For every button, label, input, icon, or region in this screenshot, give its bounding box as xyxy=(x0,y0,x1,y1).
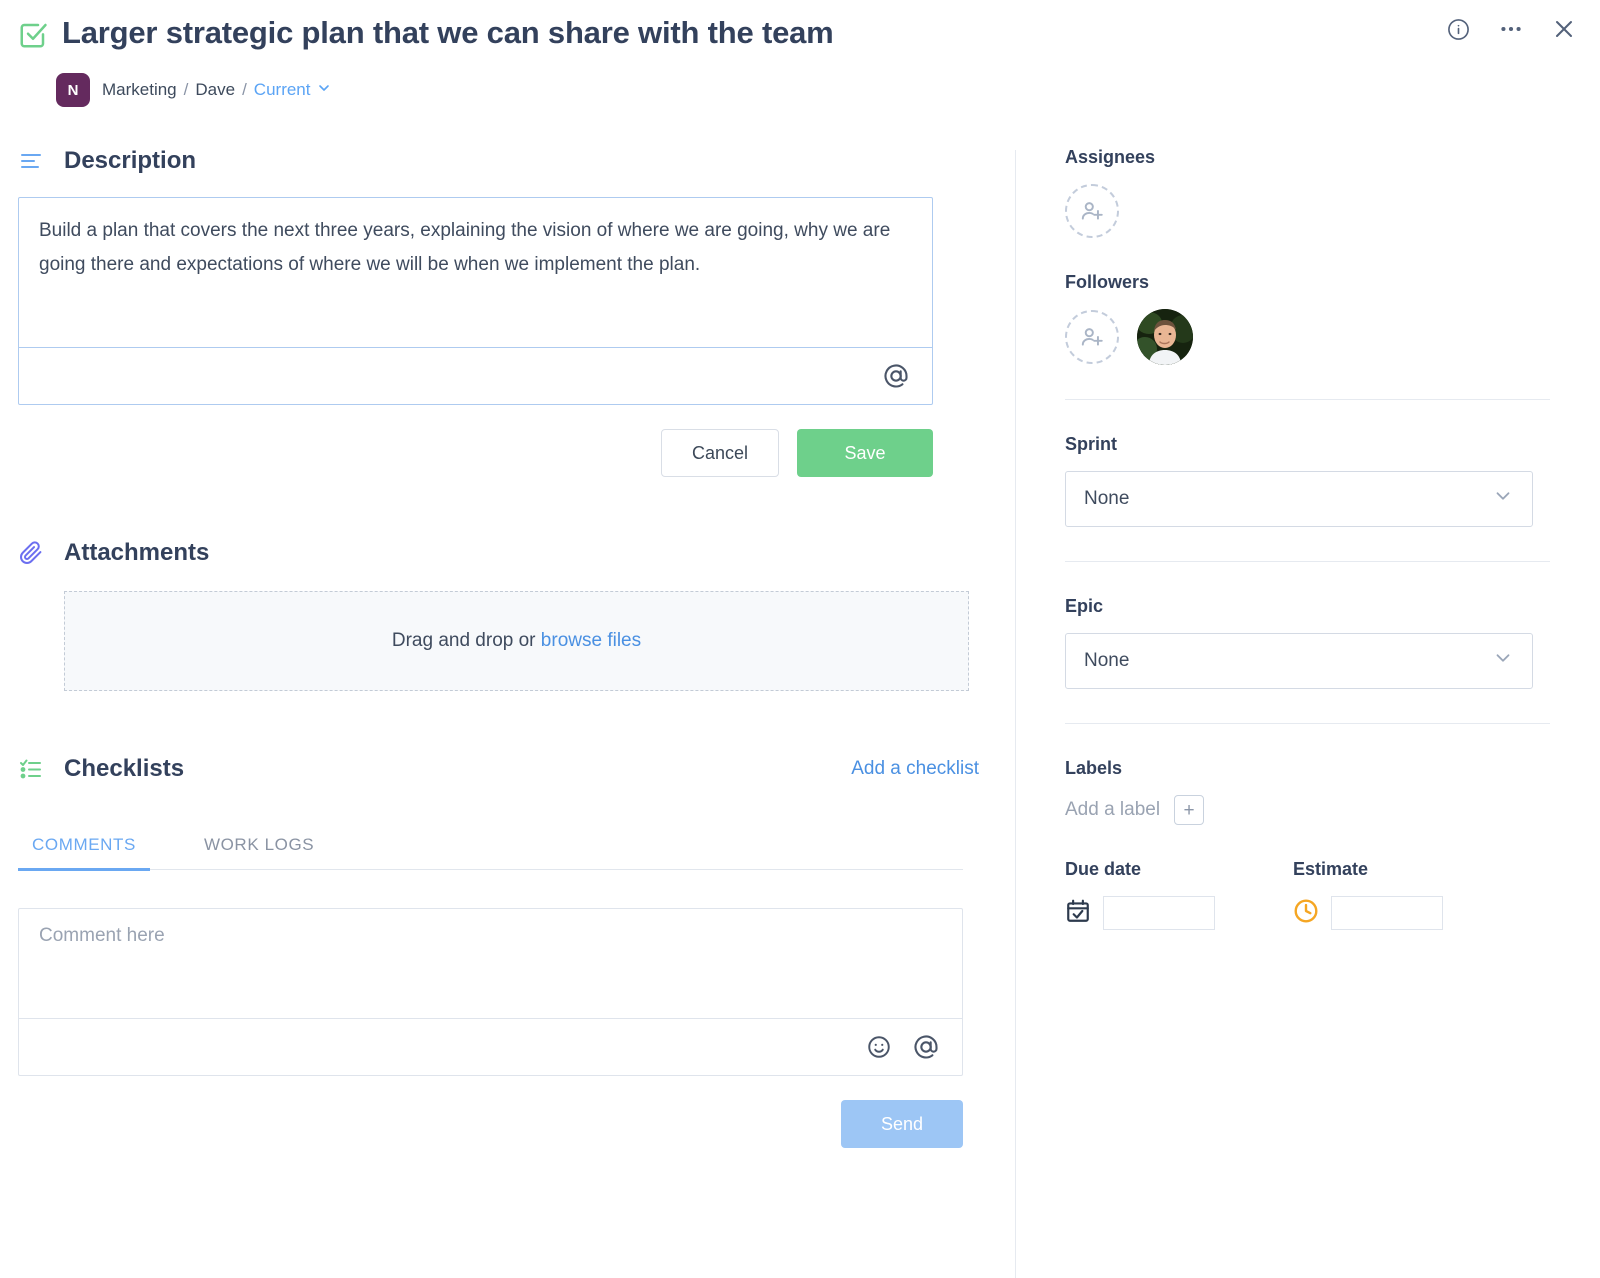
tab-work-logs[interactable]: WORK LOGS xyxy=(190,835,328,869)
breadcrumb: N Marketing / Dave / Current xyxy=(56,73,1576,107)
description-section-header: Description xyxy=(18,147,1015,175)
sprint-select[interactable]: None xyxy=(1065,471,1533,527)
labels-block: Labels Add a label + xyxy=(1065,758,1550,825)
add-checklist-link[interactable]: Add a checklist xyxy=(851,758,979,780)
description-textarea[interactable]: Build a plan that covers the next three … xyxy=(19,198,932,348)
chevron-down-icon xyxy=(316,80,332,101)
attachments-dropzone[interactable]: Drag and drop or browse files xyxy=(64,591,969,691)
due-date-block: Due date xyxy=(1065,859,1215,930)
tab-comments[interactable]: COMMENTS xyxy=(18,835,150,871)
add-label-button[interactable]: + xyxy=(1174,795,1205,825)
breadcrumb-workspace[interactable]: Marketing xyxy=(102,80,177,100)
breadcrumb-separator: / xyxy=(183,80,189,99)
estimate-label: Estimate xyxy=(1293,859,1369,879)
meta-fields: Due date Estimate xyxy=(1065,859,1550,930)
epic-block: Epic None xyxy=(1065,596,1550,724)
workspace-avatar[interactable]: N xyxy=(56,73,90,107)
chevron-down-icon-sprint xyxy=(1492,485,1514,513)
description-actions: Cancel Save xyxy=(18,429,933,477)
comment-editor[interactable]: Comment here xyxy=(18,908,963,1076)
comment-actions: Send xyxy=(18,1100,963,1148)
dialog-header: Larger strategic plan that we can share … xyxy=(0,0,1600,107)
followers-block: Followers xyxy=(1065,272,1550,400)
dialog-body: Description Build a plan that covers the… xyxy=(0,147,1600,1278)
breadcrumb-separator-2: / xyxy=(242,80,247,99)
mention-at-icon-comment[interactable] xyxy=(912,1033,940,1061)
checkbox-checked-icon xyxy=(18,20,48,55)
epic-value: None xyxy=(1084,650,1130,671)
add-label-text: Add a label xyxy=(1065,799,1161,820)
info-icon[interactable] xyxy=(1447,18,1470,41)
attachments-section: Attachments Drag and drop or browse file… xyxy=(18,539,1015,691)
assignees-label: Assignees xyxy=(1065,147,1156,167)
cancel-button[interactable]: Cancel xyxy=(661,429,779,477)
emoji-icon[interactable] xyxy=(866,1034,892,1060)
epic-label: Epic xyxy=(1065,596,1104,616)
add-assignee-button[interactable] xyxy=(1065,184,1119,238)
browse-files-link[interactable]: browse files xyxy=(541,630,641,652)
sprint-block: Sprint None xyxy=(1065,434,1550,562)
due-date-label: Due date xyxy=(1065,859,1142,879)
due-date-input[interactable] xyxy=(1103,896,1215,930)
close-icon[interactable] xyxy=(1552,17,1576,41)
paperclip-icon xyxy=(18,541,44,565)
mention-at-icon[interactable] xyxy=(882,362,910,390)
follower-avatar[interactable] xyxy=(1137,309,1193,365)
page-title: Larger strategic plan that we can share … xyxy=(62,15,834,50)
attachments-heading: Attachments xyxy=(64,539,210,566)
labels-label: Labels xyxy=(1065,758,1123,778)
description-lines-icon xyxy=(18,149,44,173)
checklists-section-header: Checklists Add a checklist xyxy=(18,755,979,783)
add-follower-button[interactable] xyxy=(1065,310,1119,364)
description-editor[interactable]: Build a plan that covers the next three … xyxy=(18,197,933,405)
column-divider xyxy=(1015,150,1016,1278)
save-button[interactable]: Save xyxy=(797,429,933,477)
comment-toolbar xyxy=(19,1019,962,1075)
sprint-value: None xyxy=(1084,488,1130,509)
epic-select[interactable]: None xyxy=(1065,633,1533,689)
followers-label: Followers xyxy=(1065,272,1150,292)
comment-input[interactable]: Comment here xyxy=(19,909,962,1019)
header-actions xyxy=(1447,16,1576,42)
checklists-section: Checklists Add a checklist xyxy=(18,755,1015,783)
description-heading: Description xyxy=(64,147,197,174)
clock-icon xyxy=(1293,898,1319,929)
title-row: Larger strategic plan that we can share … xyxy=(18,14,1576,55)
attachments-section-header: Attachments xyxy=(18,539,1015,567)
dropzone-text: Drag and drop or xyxy=(391,630,536,651)
checklist-icon xyxy=(18,757,44,781)
description-toolbar xyxy=(19,348,932,404)
assignees-block: Assignees xyxy=(1065,147,1550,238)
activity-tabs: COMMENTS WORK LOGS xyxy=(18,835,963,871)
breadcrumb-current-label: Current xyxy=(253,80,311,99)
breadcrumb-current-dropdown[interactable]: Current xyxy=(254,80,333,101)
details-sidebar: Assignees Followers Sprint None Epic Non… xyxy=(1015,147,1600,1148)
checklists-heading: Checklists xyxy=(64,755,185,782)
sprint-label: Sprint xyxy=(1065,434,1117,454)
estimate-input[interactable] xyxy=(1331,896,1443,930)
more-options-icon[interactable] xyxy=(1498,16,1524,42)
estimate-block: Estimate xyxy=(1293,859,1443,930)
chevron-down-icon-epic xyxy=(1492,647,1514,675)
send-button[interactable]: Send xyxy=(841,1100,963,1148)
breadcrumb-board[interactable]: Dave xyxy=(195,80,235,100)
calendar-icon xyxy=(1065,898,1091,929)
main-column: Description Build a plan that covers the… xyxy=(0,147,1015,1148)
